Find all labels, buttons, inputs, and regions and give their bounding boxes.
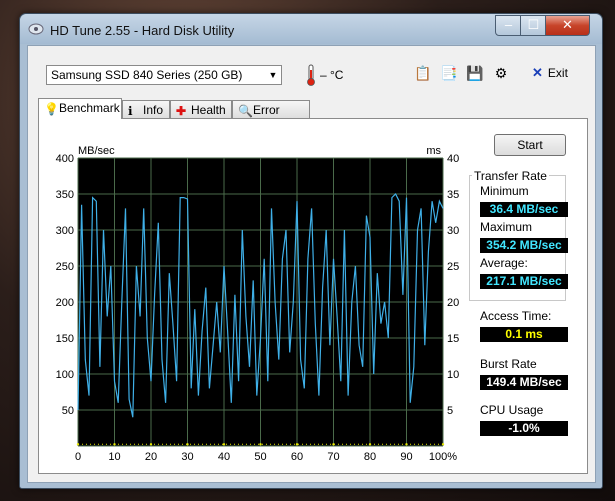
tab-label: Info xyxy=(143,103,164,117)
minimize-button[interactable]: – xyxy=(495,15,522,36)
average-label: Average: xyxy=(480,256,528,270)
tab-benchmark[interactable]: 💡 Benchmark xyxy=(38,98,122,119)
y-tick-label: 300 xyxy=(56,225,74,237)
tab-info[interactable]: ℹ Info xyxy=(122,100,170,118)
x-tick-label: 100% xyxy=(429,451,457,463)
transfer-rate-title: Transfer Rate xyxy=(472,169,549,183)
x-tick-label: 10 xyxy=(108,451,120,463)
access-time-point xyxy=(295,443,299,446)
y-axis-label: MB/sec xyxy=(78,145,115,157)
y2-tick-label: 15 xyxy=(447,333,459,345)
burst-rate-label: Burst Rate xyxy=(480,357,537,371)
exit-button[interactable]: ✕ Exit xyxy=(532,65,568,81)
y2-axis-label: ms xyxy=(426,145,441,157)
x-tick-label: 70 xyxy=(327,451,339,463)
drive-select[interactable]: Samsung SSD 840 Series (250 GB) ▼ xyxy=(46,65,282,85)
copy-info-button[interactable]: 📋 xyxy=(413,63,433,83)
y2-tick-label: 10 xyxy=(447,369,459,381)
y2-tick-label: 5 xyxy=(447,405,453,417)
access-time-point xyxy=(259,443,262,446)
app-icon xyxy=(28,23,44,35)
y2-tick-label: 40 xyxy=(447,153,459,165)
y-tick-label: 350 xyxy=(56,189,74,201)
tab-error-scan[interactable]: 🔍 Error Scan xyxy=(232,100,310,135)
minimum-label: Minimum xyxy=(480,184,529,198)
y-tick-label: 150 xyxy=(56,333,74,345)
x-tick-label: 80 xyxy=(364,451,376,463)
y2-tick-label: 20 xyxy=(447,297,459,309)
exit-label: Exit xyxy=(547,66,568,80)
client-area: Samsung SSD 840 Series (250 GB) ▼ – °C 📋… xyxy=(27,45,596,483)
clipboard-icon: 📑 xyxy=(440,65,458,81)
options-button[interactable]: ⚙ xyxy=(491,63,511,83)
tab-health[interactable]: ✚ Health xyxy=(170,100,232,118)
save-button[interactable]: 💾 xyxy=(465,63,485,83)
y-tick-label: 100 xyxy=(56,369,74,381)
close-icon: ✕ xyxy=(562,17,573,32)
x-tick-label: 30 xyxy=(181,451,193,463)
x-tick-label: 50 xyxy=(254,451,266,463)
y-tick-label: 250 xyxy=(56,261,74,273)
burst-rate-value: 149.4 MB/sec xyxy=(480,375,568,390)
floppy-disk-icon: 💾 xyxy=(466,65,484,81)
maximize-icon: ☐ xyxy=(527,17,540,32)
copy-icon: 📋 xyxy=(414,65,432,81)
y-tick-label: 200 xyxy=(56,297,74,309)
minimum-value: 36.4 MB/sec xyxy=(480,202,568,217)
drive-select-value: Samsung SSD 840 Series (250 GB) xyxy=(51,68,243,82)
close-button[interactable]: ✕ xyxy=(545,15,590,36)
exit-x-icon: ✕ xyxy=(532,65,543,80)
tab-label: Benchmark xyxy=(59,101,120,115)
maximum-label: Maximum xyxy=(480,220,533,234)
start-button[interactable]: Start xyxy=(494,134,566,156)
chevron-down-icon: ▼ xyxy=(268,70,278,80)
tab-label: Health xyxy=(191,103,226,117)
cpu-usage-label: CPU Usage xyxy=(480,403,544,417)
maximum-value: 354.2 MB/sec xyxy=(480,238,568,253)
y-tick-label: 400 xyxy=(56,153,74,165)
average-value: 217.1 MB/sec xyxy=(480,274,568,289)
y2-tick-label: 30 xyxy=(447,225,459,237)
x-tick-label: 0 xyxy=(75,451,81,463)
y2-tick-label: 25 xyxy=(447,261,459,273)
access-time-point xyxy=(222,443,226,446)
tools-icon: ⚙ xyxy=(494,65,508,81)
lightbulb-icon: 💡 xyxy=(44,102,59,116)
x-tick-label: 60 xyxy=(291,451,303,463)
y-tick-label: 50 xyxy=(62,405,74,417)
window-title: HD Tune 2.55 - Hard Disk Utility xyxy=(50,23,235,38)
x-tick-label: 90 xyxy=(400,451,412,463)
benchmark-chart: MB/sec ms40035030025020015010050403530252… xyxy=(56,145,460,463)
access-time-value: 0.1 ms xyxy=(480,327,568,342)
x-tick-label: 20 xyxy=(145,451,157,463)
temperature-readout: – °C xyxy=(320,68,344,82)
maximize-button[interactable]: ☐ xyxy=(520,15,547,36)
y2-tick-label: 35 xyxy=(447,189,459,201)
benchmark-panel: MB/sec ms 400 350 300 250 200 150 100 50 40 35 30 25 2… xyxy=(38,118,588,474)
copy-screenshot-button[interactable]: 📑 xyxy=(439,63,459,83)
x-tick-label: 40 xyxy=(218,451,230,463)
access-time-label: Access Time: xyxy=(480,309,552,323)
title-bar[interactable]: HD Tune 2.55 - Hard Disk Utility – ☐ ✕ xyxy=(20,14,602,44)
minimize-icon: – xyxy=(504,17,513,32)
thermometer-icon xyxy=(307,64,315,86)
cpu-usage-value: -1.0% xyxy=(480,421,568,436)
app-window: HD Tune 2.55 - Hard Disk Utility – ☐ ✕ S… xyxy=(19,13,603,489)
